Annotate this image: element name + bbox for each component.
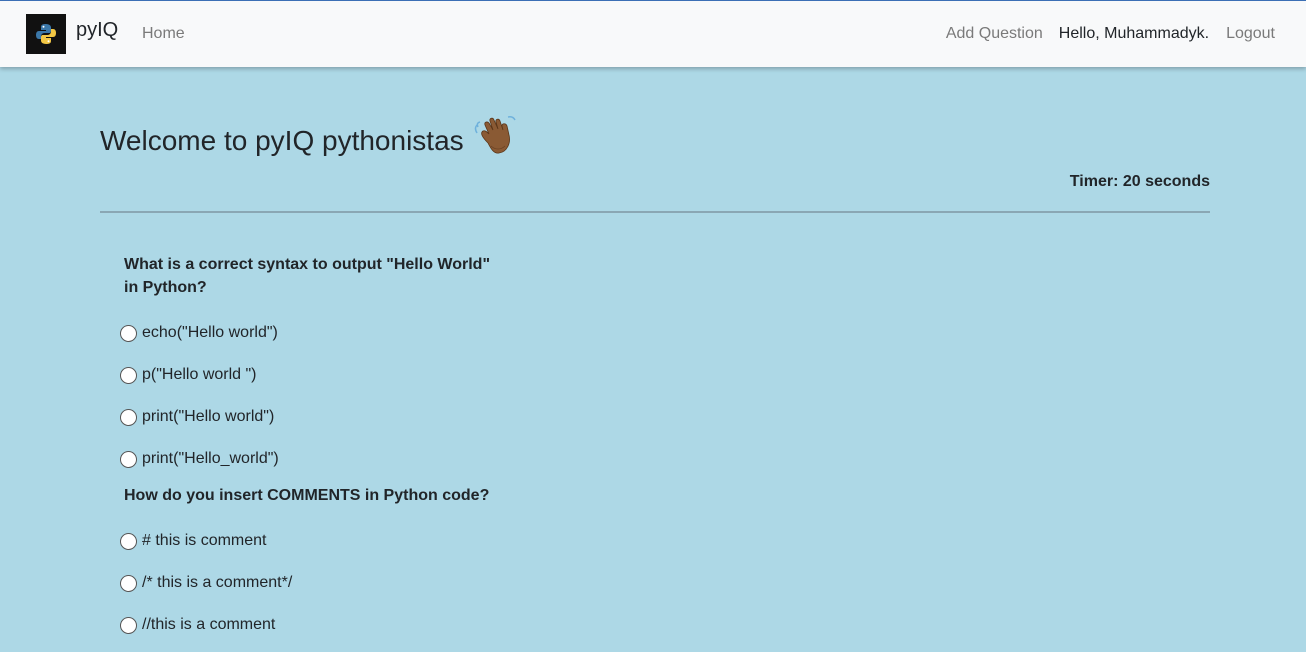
python-logo-icon	[26, 14, 66, 54]
option-label: /* this is a comment*/	[142, 574, 293, 591]
question-1-option-3[interactable]: print("Hello world")	[120, 406, 274, 428]
radio-button[interactable]	[120, 574, 137, 592]
option-label: p("Hello world ")	[142, 366, 257, 383]
user-greeting: Hello, Muhammadyk.	[1058, 25, 1210, 42]
option-label: print("Hello world")	[142, 408, 275, 425]
radio-button[interactable]	[120, 324, 137, 342]
question-1-option-2[interactable]: p("Hello world ")	[120, 364, 257, 386]
welcome-text: Welcome to pyIQ pythonistas	[100, 124, 464, 156]
waving-hand-icon	[474, 113, 522, 164]
radio-button[interactable]	[120, 616, 137, 634]
page-title: Welcome to pyIQ pythonistas	[100, 116, 522, 164]
radio-button[interactable]	[120, 408, 137, 426]
logout-link[interactable]: Logout	[1226, 25, 1275, 43]
nav-home-link[interactable]: Home	[142, 25, 185, 43]
navbar: pyIQ Home Add Question Hello, Muhammadyk…	[0, 0, 1306, 67]
question-2-option-3[interactable]: //this is a comment	[120, 614, 275, 636]
question-2-option-1[interactable]: # this is comment	[120, 530, 266, 552]
radio-button[interactable]	[120, 366, 137, 384]
question-1-text: What is a correct syntax to output "Hell…	[124, 256, 491, 296]
radio-button[interactable]	[120, 450, 137, 468]
question-2-text: How do you insert COMMENTS in Python cod…	[124, 487, 490, 504]
add-question-link[interactable]: Add Question	[946, 25, 1043, 43]
option-label: echo("Hello world")	[142, 324, 278, 341]
brand-name: pyIQ	[76, 18, 119, 41]
option-label: # this is comment	[142, 532, 267, 549]
option-label: //this is a comment	[142, 616, 276, 633]
nav-right: Add Question Hello, Muhammadyk. Logout	[946, 25, 1275, 43]
question-1-option-4[interactable]: print("Hello_world")	[120, 448, 279, 470]
brand-link[interactable]: pyIQ	[26, 14, 118, 54]
option-label: print("Hello_world")	[142, 450, 279, 467]
timer: Timer: 20 seconds	[1069, 173, 1210, 190]
divider	[100, 211, 1210, 213]
radio-button[interactable]	[120, 532, 137, 550]
question-1-option-1[interactable]: echo("Hello world")	[120, 322, 278, 344]
question-2-option-2[interactable]: /* this is a comment*/	[120, 572, 292, 594]
